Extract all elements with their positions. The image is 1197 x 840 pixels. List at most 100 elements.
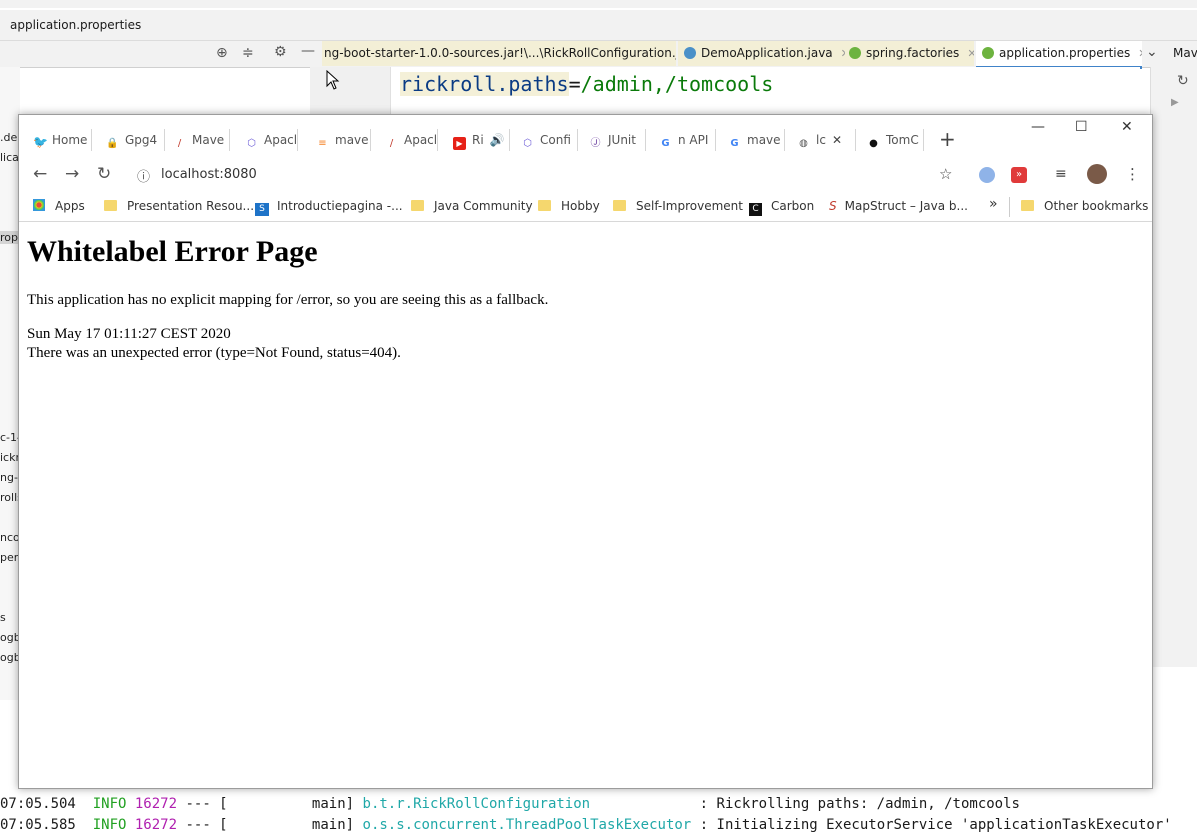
back-icon[interactable]: ← bbox=[33, 164, 47, 184]
spring-leaf-icon bbox=[982, 47, 994, 59]
project-tree-item[interactable]: ng-b bbox=[0, 471, 20, 484]
bookmark-label: Carbon bbox=[771, 199, 815, 213]
tab-label: TomC bbox=[886, 133, 919, 147]
project-tree-item[interactable]: ickrol bbox=[0, 451, 20, 464]
tab-label: DemoApplication.java bbox=[701, 46, 833, 60]
star-icon[interactable]: ☆ bbox=[939, 165, 952, 183]
target-icon[interactable]: ⊕ bbox=[216, 45, 228, 61]
run-icon[interactable]: ▶ bbox=[1171, 97, 1179, 108]
window-minimize-icon[interactable]: — bbox=[1031, 119, 1045, 135]
tab-label: ng-boot-starter-1.0.0-sources.jar!\...\R… bbox=[324, 46, 676, 60]
close-tab-icon[interactable]: ✕ bbox=[832, 133, 842, 147]
log-message: : Rickrolling paths: /admin, /tomcools bbox=[699, 796, 1020, 812]
github-icon: ● bbox=[869, 138, 878, 149]
extension-icon[interactable] bbox=[979, 167, 995, 183]
browser-tab[interactable]: Gn API bbox=[655, 129, 716, 151]
browser-tab[interactable]: ≡ mave bbox=[312, 129, 371, 151]
browser-tab[interactable]: ▶ Ri 🔊 bbox=[449, 129, 510, 151]
lock-icon: 🔒 bbox=[106, 138, 119, 149]
overflow-chevron: » bbox=[989, 196, 998, 212]
bookmark-folder[interactable]: Java Community bbox=[411, 199, 533, 213]
browser-tab[interactable]: / Apacl bbox=[381, 129, 438, 151]
maven-panel-label[interactable]: Mav bbox=[1173, 46, 1197, 60]
project-tree-item[interactable]: c-14 bbox=[0, 431, 20, 444]
apps-grid-icon bbox=[33, 199, 45, 211]
navbar-file-label[interactable]: application.properties bbox=[10, 18, 141, 32]
tab-demo-application[interactable]: DemoApplication.java ✕ bbox=[678, 41, 846, 66]
project-tree-item[interactable]: rope bbox=[0, 231, 20, 244]
log-line: 07:05.585 INFO 16272 --- [ main] o.s.s.c… bbox=[0, 817, 1172, 833]
info-icon[interactable]: ⓘ bbox=[137, 166, 150, 185]
project-tree-item[interactable]: ogb bbox=[0, 631, 20, 644]
project-tree-item[interactable]: ogb bbox=[0, 651, 20, 664]
bookmark-folder-other[interactable]: Other bookmarks bbox=[1021, 199, 1148, 213]
browser-toolbar: ← → ↻ ⓘ localhost:8080 ☆ » ≡ ⋮ bbox=[19, 159, 1152, 191]
bookmark-link[interactable]: S Introductiepagina -... bbox=[255, 199, 403, 216]
tab-spring-factories[interactable]: spring.factories ✕ bbox=[845, 41, 974, 66]
error-message: This application has no explicit mapping… bbox=[27, 292, 549, 308]
browser-tab-active[interactable]: ◍ lc ✕ bbox=[793, 129, 856, 151]
log-pid: 16272 bbox=[134, 817, 178, 833]
minimize-icon[interactable]: — bbox=[301, 43, 315, 59]
error-detail: There was an unexpected error (type=Not … bbox=[27, 345, 401, 361]
log-message: : Initializing ExecutorService 'applicat… bbox=[699, 817, 1172, 833]
extension-icon[interactable]: » bbox=[1011, 167, 1027, 183]
browser-tab[interactable]: 🔒 Gpg4 bbox=[102, 129, 165, 151]
chevron-down-icon[interactable]: ⌄ bbox=[1146, 44, 1158, 60]
menu-icon[interactable]: ⋮ bbox=[1125, 165, 1140, 183]
project-tree-item[interactable]: nco bbox=[0, 531, 20, 544]
log-time: 07:05.585 bbox=[0, 817, 76, 833]
close-icon[interactable]: ✕ bbox=[967, 47, 974, 60]
bookmark-label: Self-Improvement bbox=[636, 199, 743, 213]
error-timestamp: Sun May 17 01:11:27 CEST 2020 bbox=[27, 326, 231, 342]
reload-icon[interactable]: ↻ bbox=[97, 164, 111, 184]
tab-label: Apacl bbox=[404, 133, 438, 147]
speaker-icon[interactable]: 🔊 bbox=[490, 133, 505, 147]
bookmark-folder[interactable]: Hobby bbox=[538, 199, 600, 213]
browser-tab[interactable]: / Mave bbox=[169, 129, 230, 151]
tab-label: lc bbox=[816, 133, 826, 147]
project-tree-item[interactable]: lica bbox=[0, 151, 19, 164]
media-control-icon[interactable]: ≡ bbox=[1055, 166, 1067, 182]
bookmark-label: Presentation Resou... bbox=[127, 199, 255, 213]
ide-editor-tabs: ⊕ ≑ ⚙ — ng-boot-starter-1.0.0-sources.ja… bbox=[0, 41, 1197, 69]
close-icon[interactable]: ✕ bbox=[1138, 47, 1142, 60]
tab-rickroll-configuration[interactable]: ng-boot-starter-1.0.0-sources.jar!\...\R… bbox=[322, 41, 676, 66]
gear-icon[interactable]: ⚙ bbox=[274, 44, 287, 60]
window-maximize-icon[interactable]: ☐ bbox=[1075, 119, 1088, 135]
tab-label: JUnit bbox=[608, 133, 636, 147]
collapse-icon[interactable]: ≑ bbox=[242, 45, 254, 61]
bookmark-folder[interactable]: Presentation Resou... bbox=[104, 199, 254, 213]
browser-tab[interactable]: 🐦 Home bbox=[29, 129, 92, 151]
avatar[interactable] bbox=[1087, 164, 1107, 184]
bookmark-link[interactable]: S MapStruct – Java b... bbox=[829, 199, 968, 213]
browser-tab[interactable]: Ⓙ JUnit bbox=[585, 129, 646, 151]
browser-tab[interactable]: ⬡ Apacl bbox=[241, 129, 298, 151]
forward-icon[interactable]: → bbox=[65, 164, 79, 184]
browser-tab[interactable]: ⬡ Confi bbox=[517, 129, 578, 151]
carbon-icon: C bbox=[749, 203, 762, 216]
project-tree-item[interactable]: perti bbox=[0, 551, 20, 564]
bookmark-label: MapStruct – Java b... bbox=[844, 199, 968, 213]
tab-label: Home bbox=[52, 133, 88, 147]
tab-application-properties[interactable]: application.properties ✕ bbox=[976, 41, 1142, 69]
bookmarks-overflow-button[interactable]: » bbox=[989, 196, 998, 212]
window-close-icon[interactable]: ✕ bbox=[1121, 119, 1133, 135]
project-tree-item[interactable]: rolls bbox=[0, 491, 20, 504]
code-line[interactable]: rickroll.paths=/admin,/tomcools bbox=[400, 72, 773, 96]
junit-icon: Ⓙ bbox=[590, 138, 601, 149]
bookmark-link[interactable]: C Carbon bbox=[749, 199, 814, 216]
property-equals: = bbox=[568, 72, 581, 96]
new-tab-icon[interactable]: + bbox=[939, 127, 956, 151]
bookmark-apps[interactable]: Apps bbox=[33, 199, 85, 213]
project-tree-item[interactable]: s bbox=[0, 611, 6, 624]
project-tree-item[interactable]: .der bbox=[0, 131, 20, 144]
browser-tab[interactable]: ● TomC bbox=[863, 129, 924, 151]
browser-tab[interactable]: Gmave bbox=[724, 129, 785, 151]
browser-window: 🐦 Home 🔒 Gpg4 / Mave ⬡ Apacl ≡ mave / Apacl ▶ R… bbox=[18, 114, 1153, 789]
address-bar[interactable]: ⓘ localhost:8080 ☆ bbox=[129, 161, 979, 189]
bookmark-folder[interactable]: Self-Improvement bbox=[613, 199, 743, 213]
log-level: INFO bbox=[92, 796, 127, 812]
folder-icon bbox=[613, 200, 626, 211]
refresh-icon[interactable]: ↻ bbox=[1177, 73, 1189, 89]
